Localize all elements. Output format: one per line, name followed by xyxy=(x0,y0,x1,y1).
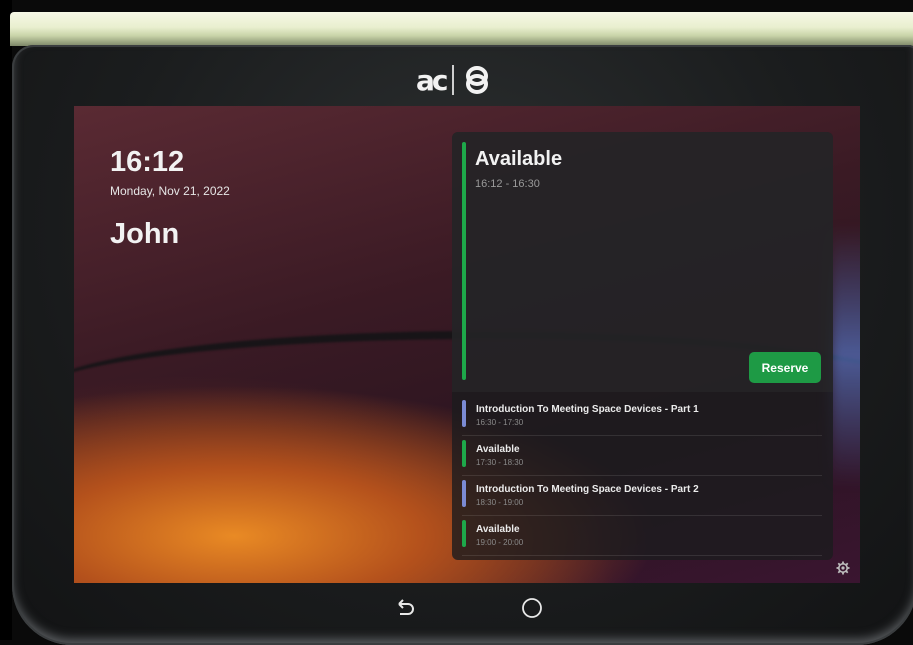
item-bar xyxy=(462,400,466,427)
clock-time: 16:12 xyxy=(110,146,185,178)
booking-panel: Available 16:12 - 16:30 Reserve Introduc… xyxy=(452,132,833,560)
item-time: 17:30 - 18:30 xyxy=(476,458,524,467)
wallpaper-glow xyxy=(830,226,860,486)
room-name: John xyxy=(110,218,180,250)
reserve-button[interactable]: Reserve xyxy=(749,352,821,383)
item-bar xyxy=(462,440,466,467)
gear-icon[interactable] xyxy=(836,561,850,575)
home-icon[interactable] xyxy=(521,597,543,619)
divider xyxy=(462,435,822,436)
item-time: 18:30 - 19:00 xyxy=(476,498,524,507)
mount-strip xyxy=(10,12,913,46)
item-title: Introduction To Meeting Space Devices - … xyxy=(476,484,699,495)
list-item[interactable]: Introduction To Meeting Space Devices - … xyxy=(462,398,822,436)
background-edge xyxy=(0,0,12,640)
item-title: Introduction To Meeting Space Devices - … xyxy=(476,404,699,415)
back-icon[interactable] xyxy=(393,596,417,620)
item-title: Available xyxy=(476,444,520,455)
divider xyxy=(462,515,822,516)
brand-text: ac xyxy=(416,63,448,97)
schedule-list: Introduction To Meeting Space Devices - … xyxy=(452,396,833,560)
brand-logo: ac xyxy=(416,60,494,100)
current-status: Available xyxy=(475,148,563,170)
list-item[interactable]: Introduction To Meeting Space Devices - … xyxy=(462,478,822,516)
brand-separator xyxy=(451,65,454,95)
current-range: 16:12 - 16:30 xyxy=(475,178,540,190)
divider xyxy=(462,475,822,476)
list-item[interactable]: Available 19:00 - 20:00 xyxy=(462,518,822,556)
item-time: 16:30 - 17:30 xyxy=(476,418,524,427)
item-title: Available xyxy=(476,524,520,535)
divider xyxy=(462,555,822,556)
item-time: 19:00 - 20:00 xyxy=(476,538,524,547)
clock-date: Monday, Nov 21, 2022 xyxy=(110,184,230,198)
current-status-card: Available 16:12 - 16:30 Reserve xyxy=(452,132,833,392)
item-bar xyxy=(462,520,466,547)
item-bar xyxy=(462,480,466,507)
status-bar xyxy=(462,142,466,380)
screen: 16:12 Monday, Nov 21, 2022 John Availabl… xyxy=(74,106,860,583)
list-item[interactable]: Available 17:30 - 18:30 xyxy=(462,438,822,476)
brand-knot-icon xyxy=(465,66,488,94)
